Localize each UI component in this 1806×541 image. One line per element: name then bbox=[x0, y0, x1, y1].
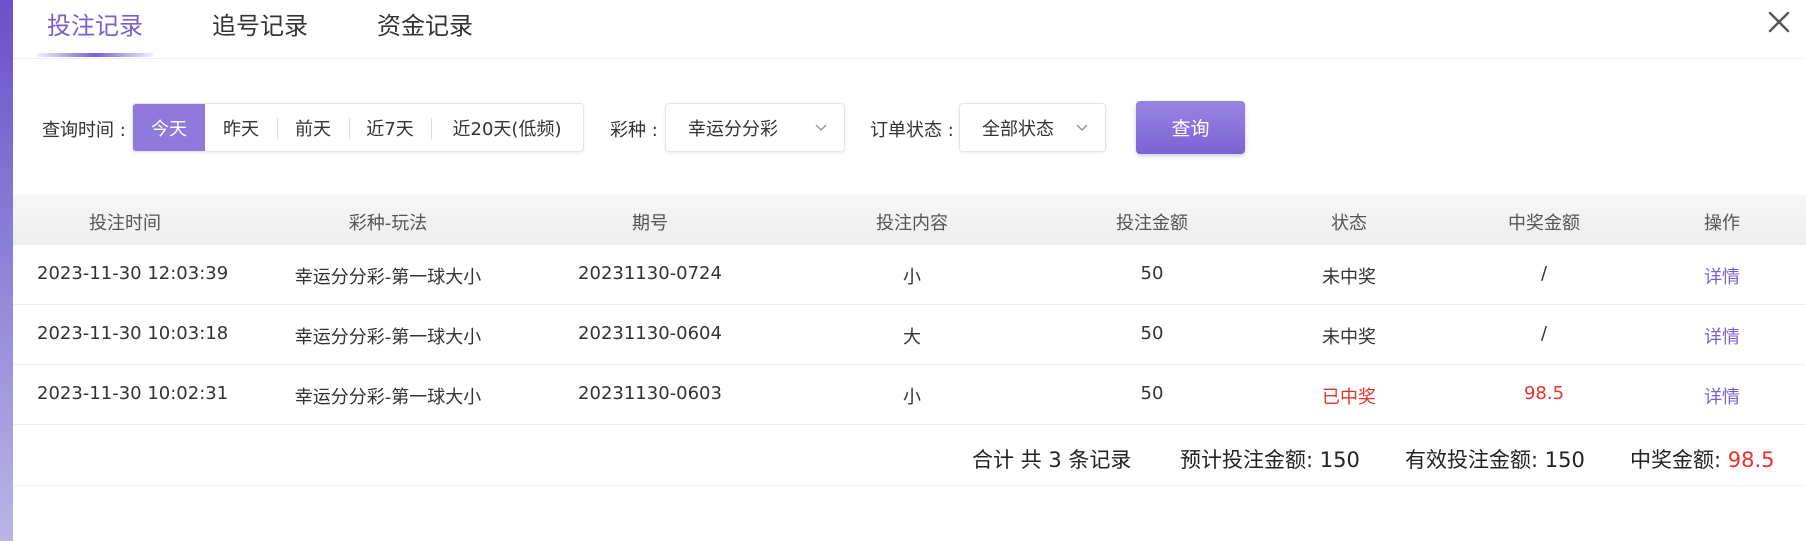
summary-expected-amount: 预计投注金额: 150 bbox=[1180, 444, 1360, 474]
query-button[interactable]: 查询 bbox=[1136, 101, 1245, 154]
cell-amount: 50 bbox=[1140, 383, 1164, 404]
lottery-select-value: 幸运分分彩 bbox=[688, 118, 778, 140]
time-option-day-before[interactable]: 前天 bbox=[277, 104, 349, 151]
cell-issue: 20231130-0724 bbox=[578, 263, 722, 284]
summary-expected-label: 预计投注金额: bbox=[1180, 448, 1314, 472]
order-status-select-value: 全部状态 bbox=[982, 118, 1054, 140]
time-range-segmented-control: 今天 昨天 前天 近7天 近20天(低频) bbox=[132, 103, 584, 152]
summary-prize-label: 中奖金额: bbox=[1630, 448, 1722, 472]
column-header-status: 状态 bbox=[1331, 213, 1367, 234]
tab-bet-records[interactable]: 投注记录 bbox=[47, 6, 143, 41]
active-tab-indicator bbox=[37, 53, 153, 57]
time-option-yesterday[interactable]: 昨天 bbox=[205, 104, 277, 151]
cell-status: 未中奖 bbox=[1322, 267, 1376, 288]
cell-amount: 50 bbox=[1140, 323, 1164, 344]
summary-prize-value: 98.5 bbox=[1727, 448, 1775, 472]
cell-bet-time: 2023-11-30 10:02:31 bbox=[37, 383, 229, 404]
order-status-select[interactable]: 全部状态 bbox=[959, 103, 1106, 152]
cell-prize: / bbox=[1540, 323, 1548, 344]
cell-game: 幸运分分彩-第一球大小 bbox=[294, 387, 482, 408]
detail-link[interactable]: 详情 bbox=[1704, 383, 1740, 409]
table-row: 2023-11-30 10:02:31 幸运分分彩-第一球大小 20231130… bbox=[13, 365, 1806, 425]
cell-issue: 20231130-0603 bbox=[578, 383, 722, 404]
cell-status: 已中奖 bbox=[1322, 387, 1376, 408]
column-header-amount: 投注金额 bbox=[1116, 213, 1188, 234]
summary-bar: 合计 共 3 条记录 预计投注金额: 150 有效投注金额: 150 中奖金额:… bbox=[13, 426, 1806, 486]
close-icon bbox=[1768, 11, 1790, 33]
cell-content: 大 bbox=[903, 327, 921, 348]
background-strip bbox=[0, 0, 13, 541]
order-status-label: 订单状态 : bbox=[870, 120, 954, 141]
query-time-label: 查询时间 : bbox=[42, 120, 126, 141]
column-header-game: 彩种-玩法 bbox=[348, 213, 428, 234]
column-header-bet-time: 投注时间 bbox=[89, 213, 161, 234]
cell-content: 小 bbox=[903, 267, 921, 288]
column-header-prize: 中奖金额 bbox=[1508, 213, 1580, 234]
column-header-issue: 期号 bbox=[632, 213, 668, 234]
time-option-today[interactable]: 今天 bbox=[133, 104, 205, 151]
summary-total-records: 合计 共 3 条记录 bbox=[972, 448, 1132, 472]
lottery-label: 彩种 : bbox=[610, 120, 658, 141]
time-option-7-days[interactable]: 近7天 bbox=[349, 104, 431, 151]
cell-bet-time: 2023-11-30 12:03:39 bbox=[37, 263, 229, 284]
cell-issue: 20231130-0604 bbox=[578, 323, 722, 344]
close-button[interactable] bbox=[1765, 8, 1793, 36]
detail-link[interactable]: 详情 bbox=[1704, 263, 1740, 289]
cell-prize: / bbox=[1540, 263, 1548, 284]
tab-bar: 投注记录 追号记录 资金记录 bbox=[13, 0, 1806, 59]
cell-game: 幸运分分彩-第一球大小 bbox=[294, 267, 482, 288]
chevron-down-icon bbox=[815, 124, 827, 132]
summary-prize-amount: 中奖金额: 98.5 bbox=[1630, 444, 1775, 474]
detail-link[interactable]: 详情 bbox=[1704, 323, 1740, 349]
table-row: 2023-11-30 10:03:18 幸运分分彩-第一球大小 20231130… bbox=[13, 305, 1806, 365]
cell-bet-time: 2023-11-30 10:03:18 bbox=[37, 323, 229, 344]
table-row: 2023-11-30 12:03:39 幸运分分彩-第一球大小 20231130… bbox=[13, 245, 1806, 305]
cell-prize: 98.5 bbox=[1523, 383, 1565, 404]
cell-status: 未中奖 bbox=[1322, 327, 1376, 348]
cell-game: 幸运分分彩-第一球大小 bbox=[294, 327, 482, 348]
summary-valid-value: 150 bbox=[1544, 448, 1585, 472]
column-header-content: 投注内容 bbox=[876, 213, 948, 234]
cell-amount: 50 bbox=[1140, 263, 1164, 284]
time-option-20-days[interactable]: 近20天(低频) bbox=[431, 104, 583, 151]
tab-fund-records[interactable]: 资金记录 bbox=[377, 6, 473, 41]
summary-valid-label: 有效投注金额: bbox=[1405, 448, 1539, 472]
summary-valid-amount: 有效投注金额: 150 bbox=[1405, 444, 1585, 474]
bet-record-panel: 投注记录 追号记录 资金记录 查询时间 : 今天 昨天 前天 近7天 近20天(… bbox=[13, 0, 1806, 541]
lottery-select[interactable]: 幸运分分彩 bbox=[665, 103, 845, 152]
column-header-action: 操作 bbox=[1704, 213, 1740, 234]
tab-chase-records[interactable]: 追号记录 bbox=[212, 6, 308, 41]
cell-content: 小 bbox=[903, 387, 921, 408]
summary-expected-value: 150 bbox=[1319, 448, 1360, 472]
chevron-down-icon bbox=[1076, 124, 1088, 132]
table-header: 投注时间 彩种-玩法 期号 投注内容 投注金额 状态 中奖金额 操作 bbox=[13, 195, 1806, 245]
